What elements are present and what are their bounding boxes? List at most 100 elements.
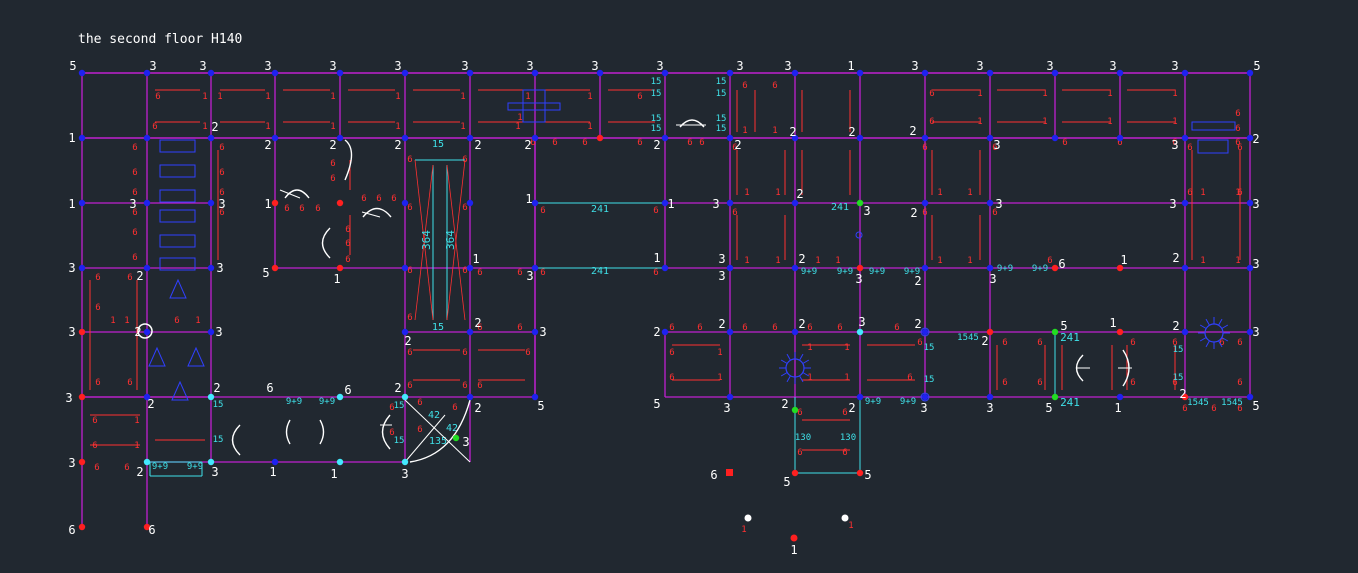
dim-label: 15 xyxy=(432,139,444,150)
hatch-ray xyxy=(1199,337,1207,342)
dim-label: 9+9 xyxy=(187,462,203,472)
node-label: 3 xyxy=(784,59,791,73)
node-label: 6 xyxy=(68,523,75,537)
node-label: 1 xyxy=(848,521,853,531)
beam-label: 1 xyxy=(525,92,530,102)
beam-label: 6 xyxy=(376,194,381,204)
dim-label-vertical: 364 xyxy=(420,230,433,250)
grid-node xyxy=(207,328,215,336)
dim-label: 9+9 xyxy=(865,397,881,407)
beam-label: 6 xyxy=(742,81,747,91)
node-label: 5 xyxy=(1045,401,1052,415)
door-swing xyxy=(679,119,705,128)
node-label: 1 xyxy=(847,59,854,73)
node-label: 1 xyxy=(741,525,746,535)
beam-label: 6 xyxy=(1002,338,1007,348)
dim-label: 15 xyxy=(213,435,224,445)
beam-label: 6 xyxy=(152,122,157,132)
beam-label: 6 xyxy=(219,168,224,178)
node-label: 2 xyxy=(734,138,741,152)
dim-label: 15 xyxy=(716,114,727,124)
grid-node xyxy=(791,328,799,336)
node-label: 5 xyxy=(1060,319,1067,333)
stair-symbol xyxy=(159,139,196,153)
dim-label: 241 xyxy=(591,266,609,277)
beam-label: 6 xyxy=(1187,143,1192,153)
node-label: 3 xyxy=(216,261,223,275)
beam-label: 1 xyxy=(517,113,522,123)
beam-label: 6 xyxy=(637,138,642,148)
grid-node xyxy=(726,69,734,77)
beam-label: 6 xyxy=(842,408,847,418)
grid-node xyxy=(661,134,669,142)
beam-label: 6 xyxy=(462,381,467,391)
dim-label: 15 xyxy=(716,89,727,99)
beam-label: 1 xyxy=(1235,256,1240,266)
node-label: 2 xyxy=(914,317,921,331)
node-label: 2 xyxy=(136,465,143,479)
grid-node xyxy=(856,134,864,142)
node-label: 2 xyxy=(394,381,401,395)
grid-node xyxy=(78,523,86,531)
node-label: 3 xyxy=(401,467,408,481)
node-label: 2 xyxy=(981,334,988,348)
grid-node xyxy=(207,199,215,207)
beam-label: 6 xyxy=(92,441,97,451)
beam-label: 1 xyxy=(815,256,820,266)
beam-label: 1 xyxy=(515,122,520,132)
node-label: 2 xyxy=(524,138,531,152)
beam-label: 6 xyxy=(132,228,137,238)
grid-node xyxy=(986,134,994,142)
beam-label: 6 xyxy=(345,225,350,235)
node-label: 6 xyxy=(344,383,351,397)
grid-node xyxy=(856,264,864,272)
dim-label: 1545 xyxy=(1187,398,1209,408)
node-label: 6 xyxy=(710,468,717,482)
beam-label: 1 xyxy=(844,343,849,353)
grid-node xyxy=(1246,69,1254,77)
node-label: 3 xyxy=(989,272,996,286)
grid-node xyxy=(856,328,864,336)
node-label: 3 xyxy=(68,261,75,275)
grid-node xyxy=(336,264,344,272)
beam-label: 6 xyxy=(917,338,922,348)
beam-label: 6 xyxy=(417,398,422,408)
node-label: 2 xyxy=(329,138,336,152)
beam-label: 1 xyxy=(744,188,749,198)
node-label: 1 xyxy=(525,192,532,206)
node-label: 1 xyxy=(1120,253,1127,267)
node-label: 3 xyxy=(211,465,218,479)
beam-label: 6 xyxy=(697,323,702,333)
grid-node xyxy=(401,458,409,466)
dim-label: 9+9 xyxy=(152,462,168,472)
node-label: 3 xyxy=(264,59,271,73)
hatch-ray xyxy=(1218,318,1223,326)
door-swing xyxy=(344,139,353,181)
grid-node xyxy=(452,434,460,442)
node-label: 2 xyxy=(394,138,401,152)
node-label: 1 xyxy=(68,131,75,145)
node-label: 5 xyxy=(69,59,76,73)
hatch-ray xyxy=(799,353,804,361)
beam-label: 6 xyxy=(894,323,899,333)
node-label: 2 xyxy=(147,397,154,411)
node-label: 3 xyxy=(394,59,401,73)
beam-label: 6 xyxy=(699,138,704,148)
node-label: 3 xyxy=(526,269,533,283)
door-swings xyxy=(231,119,1132,463)
beam-label: 6 xyxy=(1235,124,1240,134)
beam-label: 1 xyxy=(844,373,849,383)
beam-label: 6 xyxy=(929,89,934,99)
beam-label: 6 xyxy=(732,208,737,218)
node-label: 1 xyxy=(269,465,276,479)
beam-label: 6 xyxy=(1130,338,1135,348)
dim-label: 241 xyxy=(591,204,609,215)
grid-node xyxy=(207,69,215,77)
grid-node xyxy=(1181,328,1189,336)
grid-node xyxy=(1181,134,1189,142)
grid-node xyxy=(1116,328,1124,336)
node-label: 2 xyxy=(718,317,725,331)
beam-label: 1 xyxy=(395,122,400,132)
grid-node xyxy=(143,458,151,466)
floor-plan-canvas[interactable]: 6 1 1 1 1 1 1 1 1 66 1 1 1 1 1 1 16 6 6 6 66 1 1 1 16 1 1 1 16666666… xyxy=(0,0,1358,573)
